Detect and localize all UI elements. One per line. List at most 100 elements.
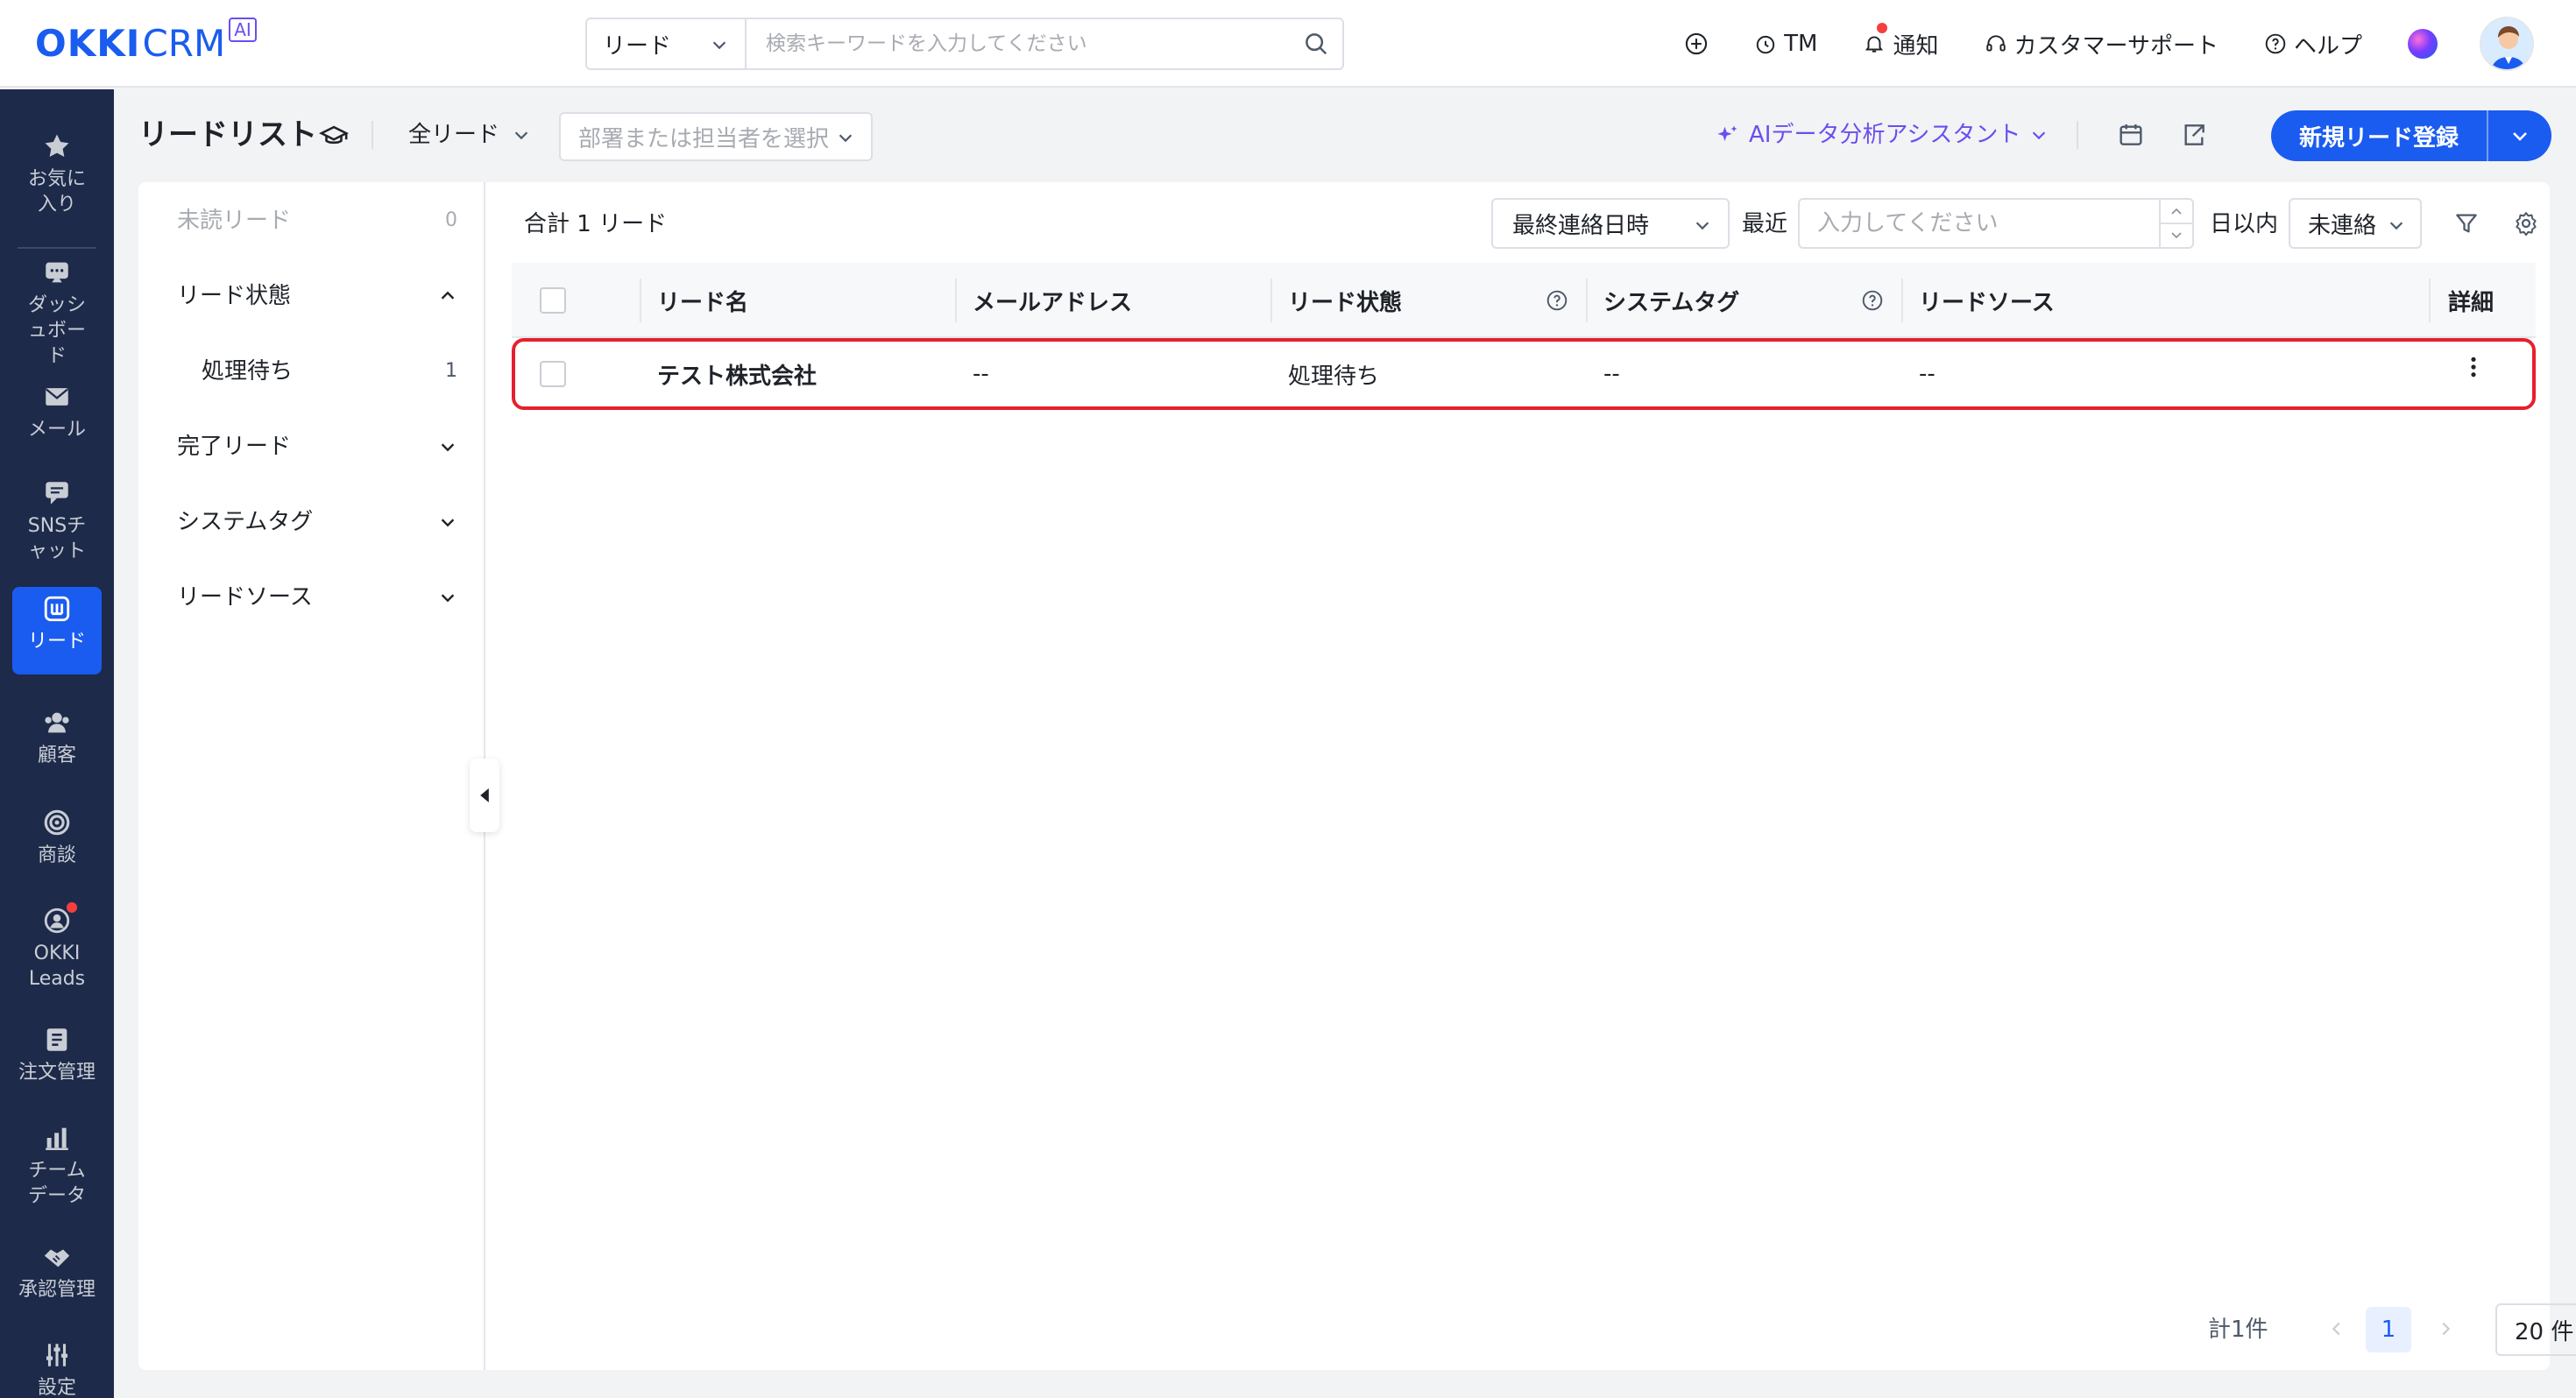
lead-name[interactable]: テスト株式会社 (657, 342, 817, 406)
new-lead-button[interactable]: 新規リード登録 (2271, 110, 2551, 161)
filter-source[interactable]: リードソース (177, 580, 457, 615)
nav-item-settings[interactable]: 設定 (12, 1333, 102, 1398)
plus-circle-icon (1686, 32, 1708, 55)
logo-crm: CRM (142, 22, 226, 65)
search-button[interactable] (1290, 19, 1342, 68)
notification-button[interactable]: 通知 (1863, 22, 1939, 60)
column-divider (1270, 279, 1272, 322)
nav-label: 注文管理 (18, 1062, 96, 1084)
list-toolbar: 合計 1 リード 最終連絡日時 最近 日以内 未連絡 (524, 182, 2550, 270)
row-checkbox[interactable] (540, 342, 566, 406)
notify-label: 通知 (1893, 32, 1939, 60)
contact-status-select[interactable]: 未連絡 (2289, 198, 2422, 249)
search-type-select[interactable]: リード (587, 19, 747, 68)
lead-status: 処理待ち (1288, 363, 1380, 390)
pagination: 計1件 1 20 件 / ページ (2064, 1303, 2576, 1356)
nav-label: お気に入り (27, 168, 86, 215)
page-button-current[interactable]: 1 (2366, 1307, 2411, 1352)
sort-select[interactable]: 最終連絡日時 (1491, 198, 1730, 249)
filter-status-pending[interactable]: 処理待ち 1 (202, 354, 457, 389)
filter-icon[interactable] (2453, 210, 2480, 237)
column-divider (1586, 279, 1588, 322)
tm-button[interactable]: TM (1754, 31, 1817, 57)
customers-icon (45, 712, 69, 733)
header-divider (2077, 121, 2078, 149)
lead-system-tag: -- (1603, 361, 1620, 387)
chevron-left-icon[interactable] (2327, 1319, 2346, 1338)
nav-item-team-data[interactable]: チームデータ (12, 1116, 102, 1209)
top-bar: OKKI CRM AI リード TM 通知 カスタマーサポート (0, 0, 2576, 88)
new-lead-dropdown[interactable] (2488, 125, 2551, 146)
checkbox (540, 287, 566, 314)
search-icon (1306, 33, 1327, 55)
chevron-down-icon (712, 41, 726, 50)
collapse-sidebar-button[interactable] (470, 759, 499, 832)
ai-orb-icon[interactable] (2408, 29, 2438, 59)
help-icon[interactable] (1546, 289, 1568, 312)
select-all-checkbox[interactable] (540, 263, 566, 338)
column-header-name[interactable]: リード名 (657, 263, 748, 338)
filter-label: システムタグ (177, 509, 314, 535)
page-size-label: 20 件 / ページ (2515, 1318, 2576, 1345)
new-lead-label: 新規リード登録 (2298, 124, 2459, 152)
nav-item-leads[interactable]: リード (12, 587, 102, 674)
nav-item-favorites[interactable]: お気に入り (12, 124, 102, 217)
okki-crm-logo[interactable]: OKKI CRM AI (35, 18, 257, 68)
column-divider (955, 279, 957, 322)
nav-label: 承認管理 (18, 1279, 96, 1301)
page-size-select[interactable]: 20 件 / ページ (2495, 1303, 2576, 1356)
support-label: カスタマーサポート (2013, 32, 2219, 60)
target-icon (44, 809, 70, 836)
row-more-button[interactable] (2469, 335, 2478, 399)
column-header-email[interactable]: メールアドレス (973, 263, 1132, 338)
ai-assistant-label: AIデータ分析アシスタント (1749, 122, 2021, 148)
gear-icon[interactable] (2513, 210, 2539, 237)
filter-unread[interactable]: 未読リード 0 (177, 203, 457, 238)
export-icon[interactable] (2180, 121, 2208, 149)
more-vertical-icon (2471, 357, 2476, 378)
ai-assistant-button[interactable]: AIデータ分析アシスタント (1716, 117, 2049, 152)
nav-item-orders[interactable]: 注文管理 (12, 1018, 102, 1085)
scope-select[interactable]: 全リード (408, 117, 531, 152)
chart-icon (46, 1127, 68, 1151)
nav-label: チームデータ (27, 1160, 86, 1207)
department-select[interactable]: 部署または担当者を選択 (559, 112, 873, 161)
column-header-source[interactable]: リードソース (1919, 263, 2055, 338)
help-icon[interactable] (1861, 289, 1884, 312)
filter-status[interactable]: リード状態 (177, 279, 457, 314)
nav-item-approvals[interactable]: 承認管理 (12, 1235, 102, 1303)
nav-item-sns-chat[interactable]: SNSチャット (12, 471, 102, 564)
chevron-down-icon (1695, 222, 1709, 230)
customer-support-button[interactable]: カスタマーサポート (1985, 28, 2219, 60)
table-row[interactable]: テスト株式会社 -- 処理待ち -- -- (512, 338, 2536, 410)
help-button[interactable]: ヘルプ (2264, 28, 2362, 60)
spinner-up[interactable] (2161, 200, 2192, 224)
nav-item-deals[interactable]: 商談 (12, 801, 102, 868)
okki-leads-badge (67, 902, 77, 913)
spinner-down[interactable] (2161, 224, 2192, 247)
days-input-field[interactable] (1800, 210, 2159, 237)
search-input[interactable] (747, 19, 1290, 68)
nav-item-okki-leads[interactable]: OKKI Leads (12, 899, 102, 992)
nav-item-mail[interactable]: メール (12, 375, 102, 442)
nav-item-dashboard[interactable]: ダッシュボード (12, 251, 102, 369)
column-header-status[interactable]: リード状態 (1288, 263, 1402, 338)
lead-email: -- (973, 361, 989, 387)
add-button[interactable] (1684, 32, 1709, 56)
lead-source: -- (1919, 361, 1936, 387)
nav-item-customers[interactable]: 顧客 (12, 701, 102, 768)
table-header: リード名 メールアドレス リード状態 システムタグ リードソース 詳細 (512, 263, 2536, 338)
filter-count: 1 (445, 360, 457, 382)
settings-icon (46, 1344, 68, 1366)
headset-icon (1985, 35, 2006, 52)
graduation-cap-icon[interactable] (319, 123, 349, 149)
chevron-right-icon[interactable] (2436, 1319, 2455, 1338)
column-header-system-tag[interactable]: システムタグ (1603, 263, 1739, 338)
filter-completed[interactable]: 完了リード (177, 429, 457, 464)
filter-system-tag[interactable]: システムタグ (177, 505, 457, 540)
nav-divider (18, 247, 96, 249)
filter-label: 処理待ち (202, 358, 294, 385)
calendar-icon[interactable] (2117, 121, 2145, 149)
chevron-down-icon (2513, 132, 2527, 141)
user-avatar[interactable] (2480, 17, 2534, 71)
